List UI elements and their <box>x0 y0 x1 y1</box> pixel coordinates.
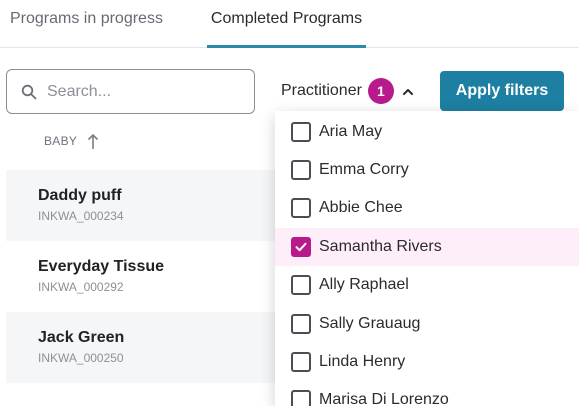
table-row[interactable]: Everyday Tissue INKWA_000292 <box>6 241 296 312</box>
practitioner-dropdown: Aria May Emma Corry Abbie Chee Samantha … <box>275 111 579 406</box>
practitioner-option-label: Abbie Chee <box>319 199 403 216</box>
practitioner-option-selected[interactable]: Samantha Rivers <box>275 228 579 266</box>
practitioner-option[interactable]: Emma Corry <box>275 151 579 189</box>
practitioner-option[interactable]: Marisa Di Lorenzo <box>275 381 579 406</box>
apply-filters-button[interactable]: Apply filters <box>440 71 564 111</box>
tab-completed-programs[interactable]: Completed Programs <box>207 0 366 48</box>
checkbox-checked[interactable] <box>291 237 311 257</box>
baby-code: INKWA_000234 <box>38 209 124 223</box>
baby-code: INKWA_000250 <box>38 351 124 365</box>
chevron-up-icon[interactable] <box>402 85 414 97</box>
arrow-up-icon <box>87 132 99 150</box>
checkbox[interactable] <box>291 160 311 180</box>
baby-name: Daddy puff <box>38 187 122 204</box>
practitioner-option-label: Marisa Di Lorenzo <box>319 391 449 406</box>
checkbox[interactable] <box>291 198 311 218</box>
practitioner-option-label: Emma Corry <box>319 161 409 178</box>
tab-bar: Programs in progress Completed Programs <box>0 0 579 48</box>
practitioner-option[interactable]: Aria May <box>275 113 579 151</box>
baby-name: Everyday Tissue <box>38 258 165 275</box>
checkbox[interactable] <box>291 122 311 142</box>
check-icon <box>295 242 307 252</box>
search-icon <box>21 84 37 100</box>
practitioner-option-label: Ally Raphael <box>319 276 409 293</box>
tab-programs-in-progress[interactable]: Programs in progress <box>10 0 163 48</box>
checkbox[interactable] <box>291 275 311 295</box>
search-box[interactable] <box>6 69 255 114</box>
column-header-label: BABY <box>44 134 78 148</box>
filter-count-badge: 1 <box>367 78 394 104</box>
checkbox[interactable] <box>291 314 311 334</box>
checkbox[interactable] <box>291 390 311 406</box>
practitioner-filter-label: Practitioner <box>281 82 362 99</box>
baby-column-header[interactable]: BABY <box>44 131 99 151</box>
practitioner-option[interactable]: Sally Grauaug <box>275 305 579 343</box>
baby-name: Jack Green <box>38 329 125 346</box>
practitioner-option[interactable]: Linda Henry <box>275 343 579 381</box>
practitioner-option[interactable]: Abbie Chee <box>275 189 579 227</box>
practitioner-filter-toggle[interactable]: Practitioner 1 <box>281 78 414 104</box>
search-input[interactable] <box>47 76 247 107</box>
practitioner-option-label: Aria May <box>319 123 383 140</box>
table-row[interactable]: Jack Green INKWA_000250 <box>6 312 296 383</box>
practitioner-option-label: Samantha Rivers <box>319 238 442 255</box>
practitioner-option-label: Linda Henry <box>319 353 406 370</box>
checkbox[interactable] <box>291 352 311 372</box>
practitioner-option-label: Sally Grauaug <box>319 315 421 332</box>
table-row[interactable]: Daddy puff INKWA_000234 <box>6 170 296 241</box>
practitioner-option[interactable]: Ally Raphael <box>275 266 579 304</box>
baby-code: INKWA_000292 <box>38 280 124 294</box>
